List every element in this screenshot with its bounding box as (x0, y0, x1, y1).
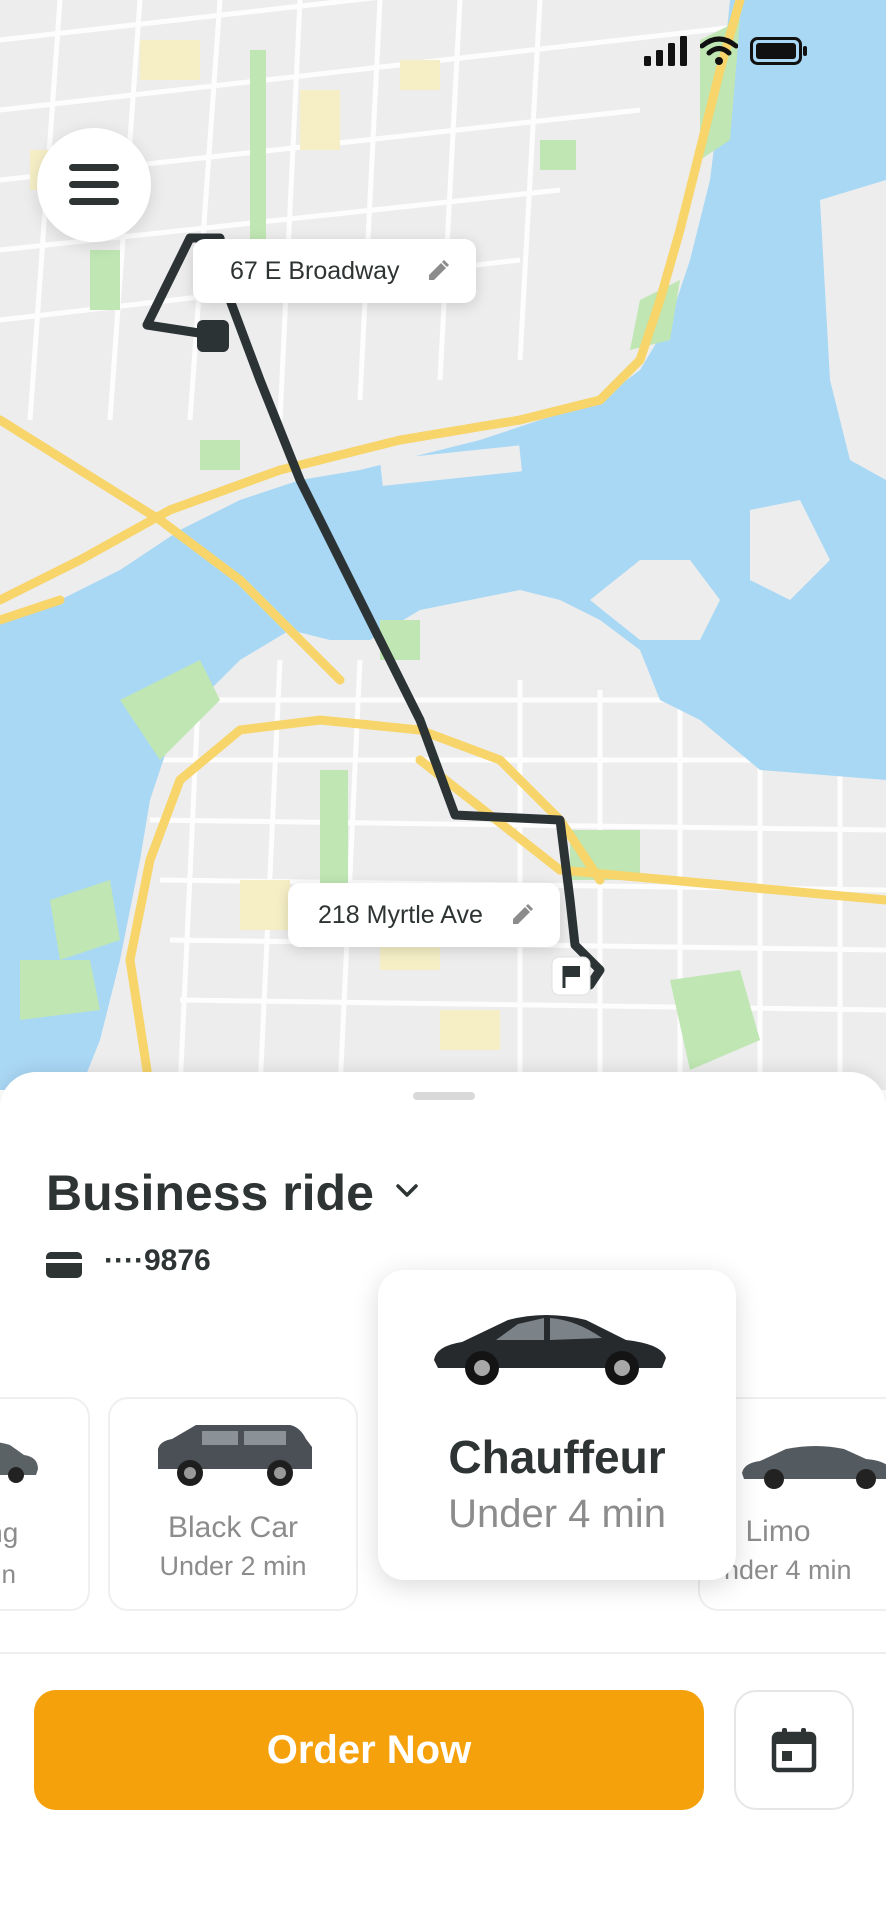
payment-card-icon (46, 1252, 82, 1278)
menu-button[interactable] (37, 128, 151, 242)
calendar-icon (771, 1728, 817, 1773)
sedan-icon (434, 1315, 666, 1385)
ride-option-eta: min (0, 1559, 16, 1589)
car-icon (0, 1442, 38, 1483)
ride-option-card-selected[interactable]: Chauffeur Under 4 min (378, 1270, 736, 1580)
dropoff-address-text: 218 Myrtle Ave (318, 900, 483, 929)
edit-pencil-icon (429, 259, 450, 280)
dropoff-flag-marker (551, 956, 591, 996)
suv-icon (158, 1425, 312, 1486)
chevron-down-icon[interactable] (396, 1184, 418, 1198)
dropoff-address-label[interactable]: 218 Myrtle Ave (288, 883, 560, 947)
ride-option-name: Black Car (167, 1511, 299, 1544)
payment-card-number[interactable]: ····9876 (104, 1244, 211, 1278)
schedule-ride-button[interactable] (734, 1690, 854, 1810)
ride-bottom-sheet: Business ride ····9876 ring min Black Ca… (0, 1072, 886, 1920)
ride-option-name: ring (0, 1517, 19, 1548)
ride-option-eta: Under 2 min (159, 1551, 307, 1581)
ride-option-card[interactable]: Black Car Under 2 min (108, 1397, 358, 1611)
ride-option-name: Chauffeur (448, 1431, 666, 1483)
ride-option-card[interactable]: ring min (0, 1397, 90, 1611)
status-bar (644, 36, 808, 66)
pickup-marker (197, 320, 229, 352)
pickup-address-text: 67 E Broadway (230, 256, 400, 285)
ride-type-title[interactable]: Business ride (46, 1164, 374, 1222)
wifi-icon (700, 36, 738, 65)
sheet-divider (0, 1652, 886, 1654)
pickup-address-label[interactable]: 67 E Broadway (193, 239, 476, 303)
edit-pencil-icon (513, 903, 534, 924)
order-now-button[interactable]: Order Now (34, 1690, 704, 1810)
sheet-drag-handle[interactable] (413, 1092, 475, 1100)
limo-icon (742, 1446, 886, 1489)
signal-icon (644, 36, 687, 66)
battery-icon (750, 37, 807, 65)
ride-option-eta: Under 4 min (448, 1492, 666, 1536)
hamburger-menu-icon (69, 164, 119, 205)
